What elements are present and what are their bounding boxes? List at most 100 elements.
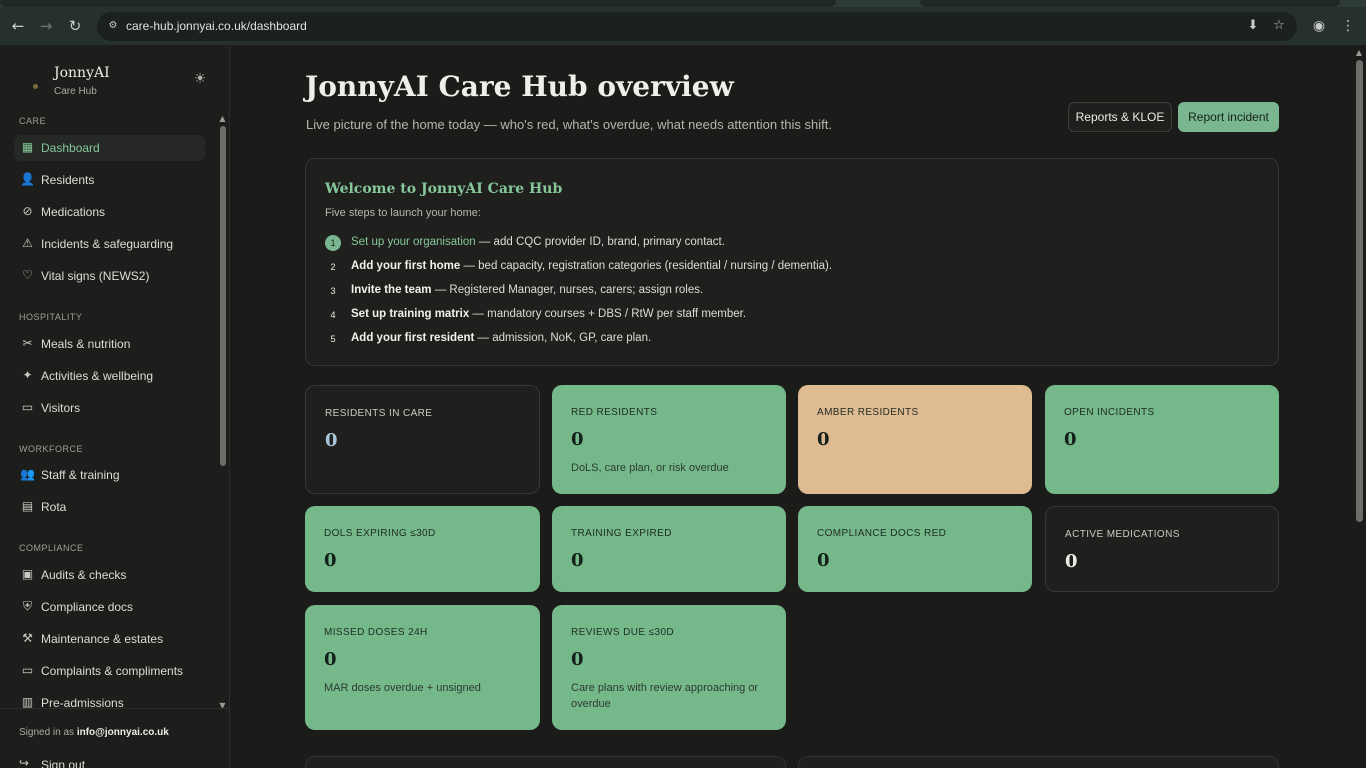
sidebar-item-pre-admissions[interactable]: ▥ Pre-admissions bbox=[14, 690, 205, 708]
welcome-subtitle: Five steps to launch your home: bbox=[325, 207, 481, 219]
sparkles-icon: ✦ bbox=[22, 368, 33, 382]
sidebar-item-dashboard[interactable]: ▦ Dashboard bbox=[14, 135, 205, 161]
welcome-title: Welcome to JonnyAI Care Hub bbox=[325, 181, 563, 197]
sidebar-item-label: Vital signs (NEWS2) bbox=[41, 269, 150, 283]
scroll-up-icon[interactable]: ▲ bbox=[1355, 49, 1363, 57]
step-detail: — mandatory courses + DBS / RtW per staf… bbox=[469, 308, 747, 320]
sidebar-footer: Signed in as info@jonnyai.co.uk ↪ Sign o… bbox=[0, 708, 229, 768]
scroll-thumb[interactable] bbox=[220, 126, 226, 466]
user-icon: 👤 bbox=[20, 172, 35, 186]
sidebar-item-meals[interactable]: ✂ Meals & nutrition bbox=[14, 331, 205, 357]
sidebar-item-complaints[interactable]: ▭ Complaints & compliments bbox=[14, 658, 205, 684]
sidebar-item-maintenance[interactable]: ⚒ Maintenance & estates bbox=[14, 626, 205, 652]
stat-card-compliance-docs-red[interactable]: COMPLIANCE DOCS RED 0 bbox=[798, 506, 1032, 592]
sidebar-item-compliance-docs[interactable]: ⛨ Compliance docs bbox=[14, 594, 205, 620]
stat-description: MAR doses overdue + unsigned bbox=[324, 682, 481, 694]
sidebar-item-label: Visitors bbox=[41, 401, 81, 415]
sidebar-item-vital-signs[interactable]: ♡ Vital signs (NEWS2) bbox=[14, 263, 205, 289]
sidebar-item-incidents[interactable]: ⚠ Incidents & safeguarding bbox=[14, 231, 205, 257]
stat-card-dols-expiring[interactable]: DOLS EXPIRING ≤30D 0 bbox=[305, 506, 540, 592]
browser-tab[interactable] bbox=[0, 0, 836, 7]
page-scrollbar[interactable]: ▲ bbox=[1352, 46, 1366, 768]
step-number: 2 bbox=[330, 262, 336, 272]
sidebar-item-label: Pre-admissions bbox=[41, 696, 124, 708]
stat-value: 0 bbox=[571, 429, 584, 450]
message-square-icon: ▭ bbox=[21, 663, 34, 677]
sidebar-item-residents[interactable]: 👤 Residents bbox=[14, 167, 205, 193]
step-number: 4 bbox=[330, 310, 336, 320]
heart-pulse-icon: ♡ bbox=[22, 268, 33, 282]
sidebar-item-label: Rota bbox=[41, 500, 67, 514]
address-bar[interactable]: ⚙ care-hub.jonnyai.co.uk/dashboard ⬇ ☆ bbox=[97, 12, 1297, 41]
stat-card-red-residents[interactable]: RED RESIDENTS 0 DoLS, care plan, or risk… bbox=[552, 385, 786, 494]
nav-section-hospitality: HOSPITALITY bbox=[19, 312, 83, 322]
brand-logo bbox=[33, 84, 38, 89]
sidebar: JonnyAI Care Hub ☀ CARE ▦ Dashboard 👤 Re… bbox=[0, 46, 230, 768]
brand-name[interactable]: JonnyAI bbox=[54, 65, 110, 81]
scroll-up-icon[interactable]: ▲ bbox=[218, 114, 227, 123]
theme-toggle-sun-icon[interactable]: ☀ bbox=[191, 70, 209, 88]
sidebar-item-label: Audits & checks bbox=[41, 568, 127, 582]
stat-value: 0 bbox=[571, 649, 584, 670]
stat-description: DoLS, care plan, or risk overdue bbox=[571, 462, 729, 474]
sidebar-item-label: Activities & wellbeing bbox=[41, 369, 154, 383]
reports-kloe-button[interactable]: Reports & KLOE bbox=[1068, 102, 1172, 132]
install-icon[interactable]: ⬇ bbox=[1245, 18, 1261, 34]
stat-card-training-expired[interactable]: TRAINING EXPIRED 0 bbox=[552, 506, 786, 592]
sidebar-item-label: Compliance docs bbox=[41, 600, 134, 614]
sidebar-item-activities[interactable]: ✦ Activities & wellbeing bbox=[14, 363, 205, 389]
step-text: Add your first home — bed capacity, regi… bbox=[351, 260, 832, 272]
sidebar-scrollbar[interactable]: ▲ ▼ bbox=[217, 114, 228, 710]
report-incident-button[interactable]: Report incident bbox=[1178, 102, 1279, 132]
sidebar-item-label: Meals & nutrition bbox=[41, 337, 131, 351]
stat-card-amber-residents[interactable]: AMBER RESIDENTS 0 bbox=[798, 385, 1032, 494]
sidebar-item-audits[interactable]: ▣ Audits & checks bbox=[14, 562, 205, 588]
browser-toolbar: ← → ↻ ⚙ care-hub.jonnyai.co.uk/dashboard… bbox=[0, 7, 1366, 46]
sidebar-item-visitors[interactable]: ▭ Visitors bbox=[14, 395, 205, 421]
stat-value: 0 bbox=[1065, 551, 1078, 572]
sidebar-item-label: Incidents & safeguarding bbox=[41, 237, 174, 251]
log-out-icon: ↪ bbox=[19, 756, 30, 768]
stat-value: 0 bbox=[325, 430, 338, 451]
page-title: JonnyAI Care Hub overview bbox=[305, 70, 734, 103]
step-number: 1 bbox=[325, 235, 341, 251]
browser-tab[interactable] bbox=[920, 0, 1340, 7]
brand-subtitle: Care Hub bbox=[54, 86, 97, 97]
sidebar-item-label: Complaints & compliments bbox=[41, 664, 184, 678]
forward-icon[interactable]: → bbox=[36, 16, 56, 36]
sidebar-item-staff-training[interactable]: 👥 Staff & training bbox=[14, 462, 205, 488]
scroll-thumb[interactable] bbox=[1356, 60, 1363, 522]
stat-card-reviews-due[interactable]: REVIEWS DUE ≤30D 0 Care plans with revie… bbox=[552, 605, 786, 730]
clipboard-check-icon: ▣ bbox=[21, 567, 34, 581]
nav-section-workforce: WORKFORCE bbox=[19, 444, 83, 454]
stat-card-open-incidents[interactable]: OPEN INCIDENTS 0 bbox=[1045, 385, 1279, 494]
step-detail: — bed capacity, registration categories … bbox=[460, 260, 833, 272]
shield-icon: ⛨ bbox=[22, 599, 32, 613]
sign-out-button[interactable]: ↪ Sign out bbox=[19, 756, 139, 768]
nav-section-compliance: COMPLIANCE bbox=[19, 543, 84, 553]
back-icon[interactable]: ← bbox=[8, 16, 28, 36]
stat-card-residents-in-care[interactable]: RESIDENTS IN CARE 0 bbox=[305, 385, 540, 494]
site-info-icon[interactable]: ⚙ bbox=[106, 19, 120, 33]
stat-value: 0 bbox=[817, 550, 830, 571]
setup-organisation-link[interactable]: Set up your organisation bbox=[351, 236, 476, 248]
stat-label: RESIDENTS IN CARE bbox=[325, 408, 433, 419]
sidebar-item-medications[interactable]: ⊘ Medications bbox=[14, 199, 205, 225]
page-subtitle: Live picture of the home today — who's r… bbox=[306, 117, 832, 132]
url-text[interactable]: care-hub.jonnyai.co.uk/dashboard bbox=[126, 19, 307, 33]
pill-icon: ⊘ bbox=[22, 204, 33, 218]
building-icon: ▥ bbox=[21, 695, 34, 708]
sidebar-item-label: Staff & training bbox=[41, 468, 120, 482]
dashboard-grid-icon: ▦ bbox=[21, 140, 34, 154]
step-detail: — add CQC provider ID, brand, primary co… bbox=[475, 236, 725, 248]
stat-value: 0 bbox=[324, 550, 337, 571]
reload-icon[interactable]: ↻ bbox=[65, 16, 85, 36]
stat-label: TRAINING EXPIRED bbox=[571, 528, 672, 539]
sidebar-item-rota[interactable]: ▤ Rota bbox=[14, 494, 205, 520]
stat-card-active-medications[interactable]: ACTIVE MEDICATIONS 0 bbox=[1045, 506, 1279, 592]
star-icon[interactable]: ☆ bbox=[1271, 18, 1287, 34]
stat-card-missed-doses[interactable]: MISSED DOSES 24H 0 MAR doses overdue + u… bbox=[305, 605, 540, 730]
profile-icon[interactable]: ◉ bbox=[1309, 16, 1329, 36]
nav-section-care: CARE bbox=[19, 116, 47, 126]
menu-icon[interactable]: ⋮ bbox=[1338, 16, 1358, 36]
